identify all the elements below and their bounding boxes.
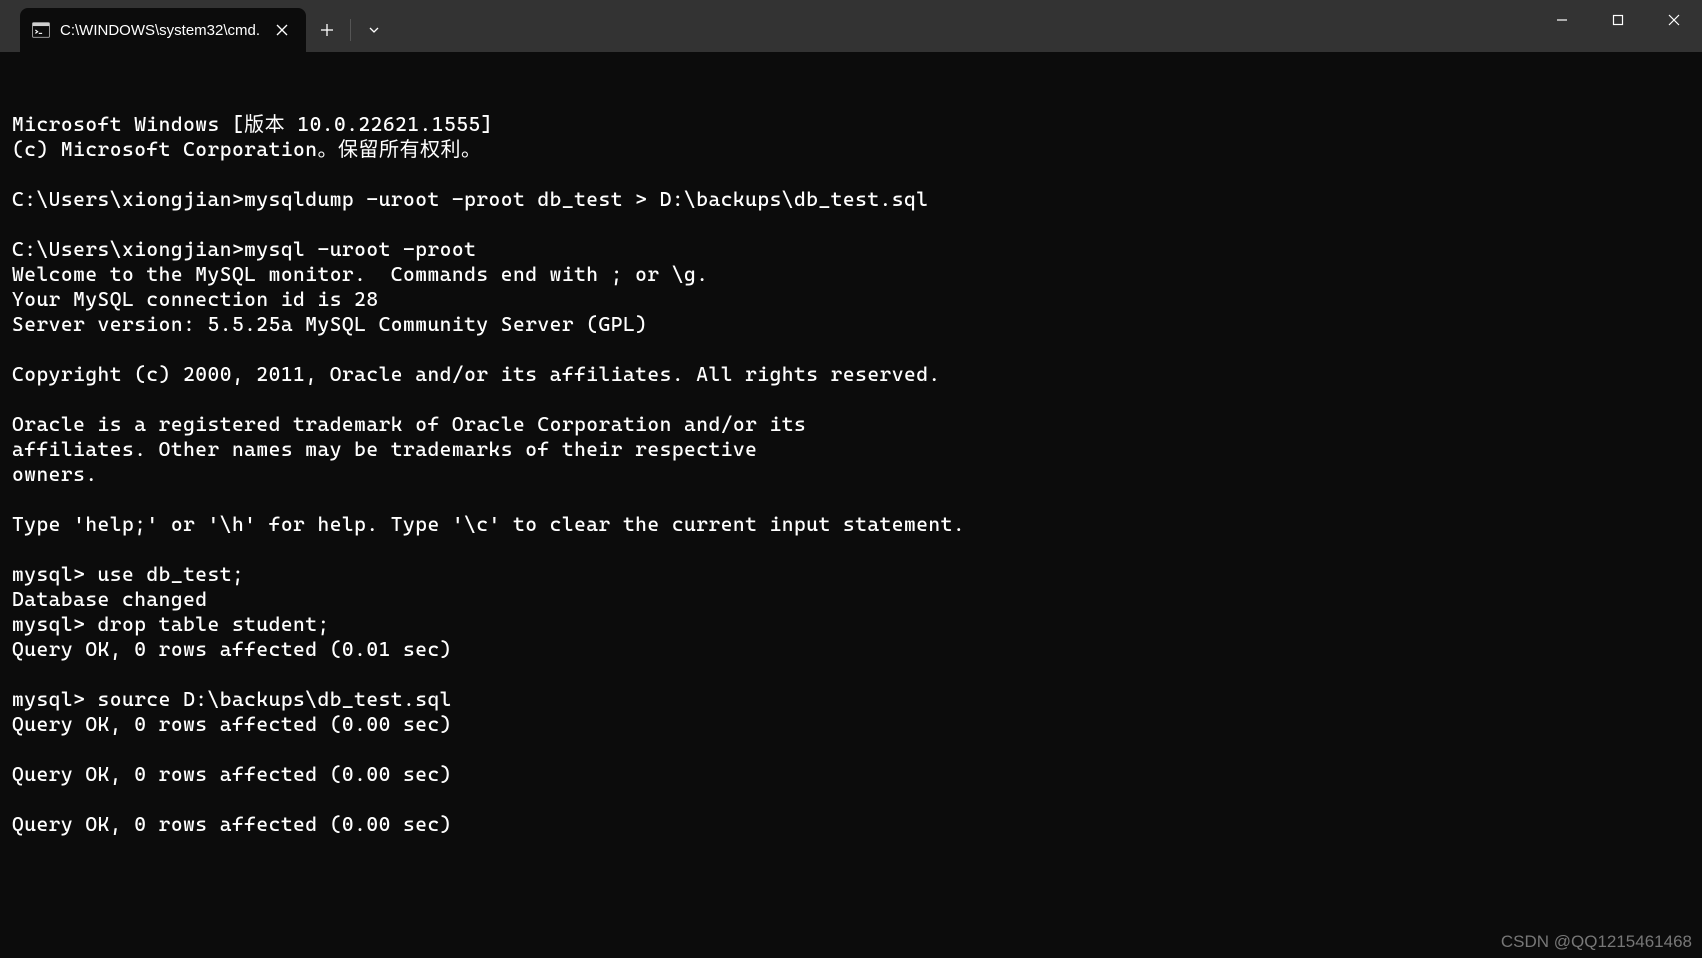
tab-active[interactable]: C:\WINDOWS\system32\cmd. (20, 8, 306, 52)
tab-close-button[interactable] (272, 20, 292, 40)
watermark: CSDN @QQ1215461468 (1501, 931, 1692, 952)
tab-controls (306, 8, 395, 52)
window-controls (1534, 0, 1702, 40)
new-tab-button[interactable] (306, 12, 348, 48)
terminal-output[interactable]: Microsoft Windows [版本 10.0.22621.1555] (… (0, 52, 1702, 958)
cmd-icon (32, 21, 50, 39)
maximize-button[interactable] (1590, 0, 1646, 40)
close-button[interactable] (1646, 0, 1702, 40)
tab-title: C:\WINDOWS\system32\cmd. (60, 22, 262, 39)
minimize-button[interactable] (1534, 0, 1590, 40)
terminal-text: Microsoft Windows [版本 10.0.22621.1555] (… (12, 112, 1690, 837)
tab-divider (350, 19, 351, 41)
titlebar: C:\WINDOWS\system32\cmd. (0, 0, 1702, 52)
tab-dropdown-button[interactable] (353, 12, 395, 48)
